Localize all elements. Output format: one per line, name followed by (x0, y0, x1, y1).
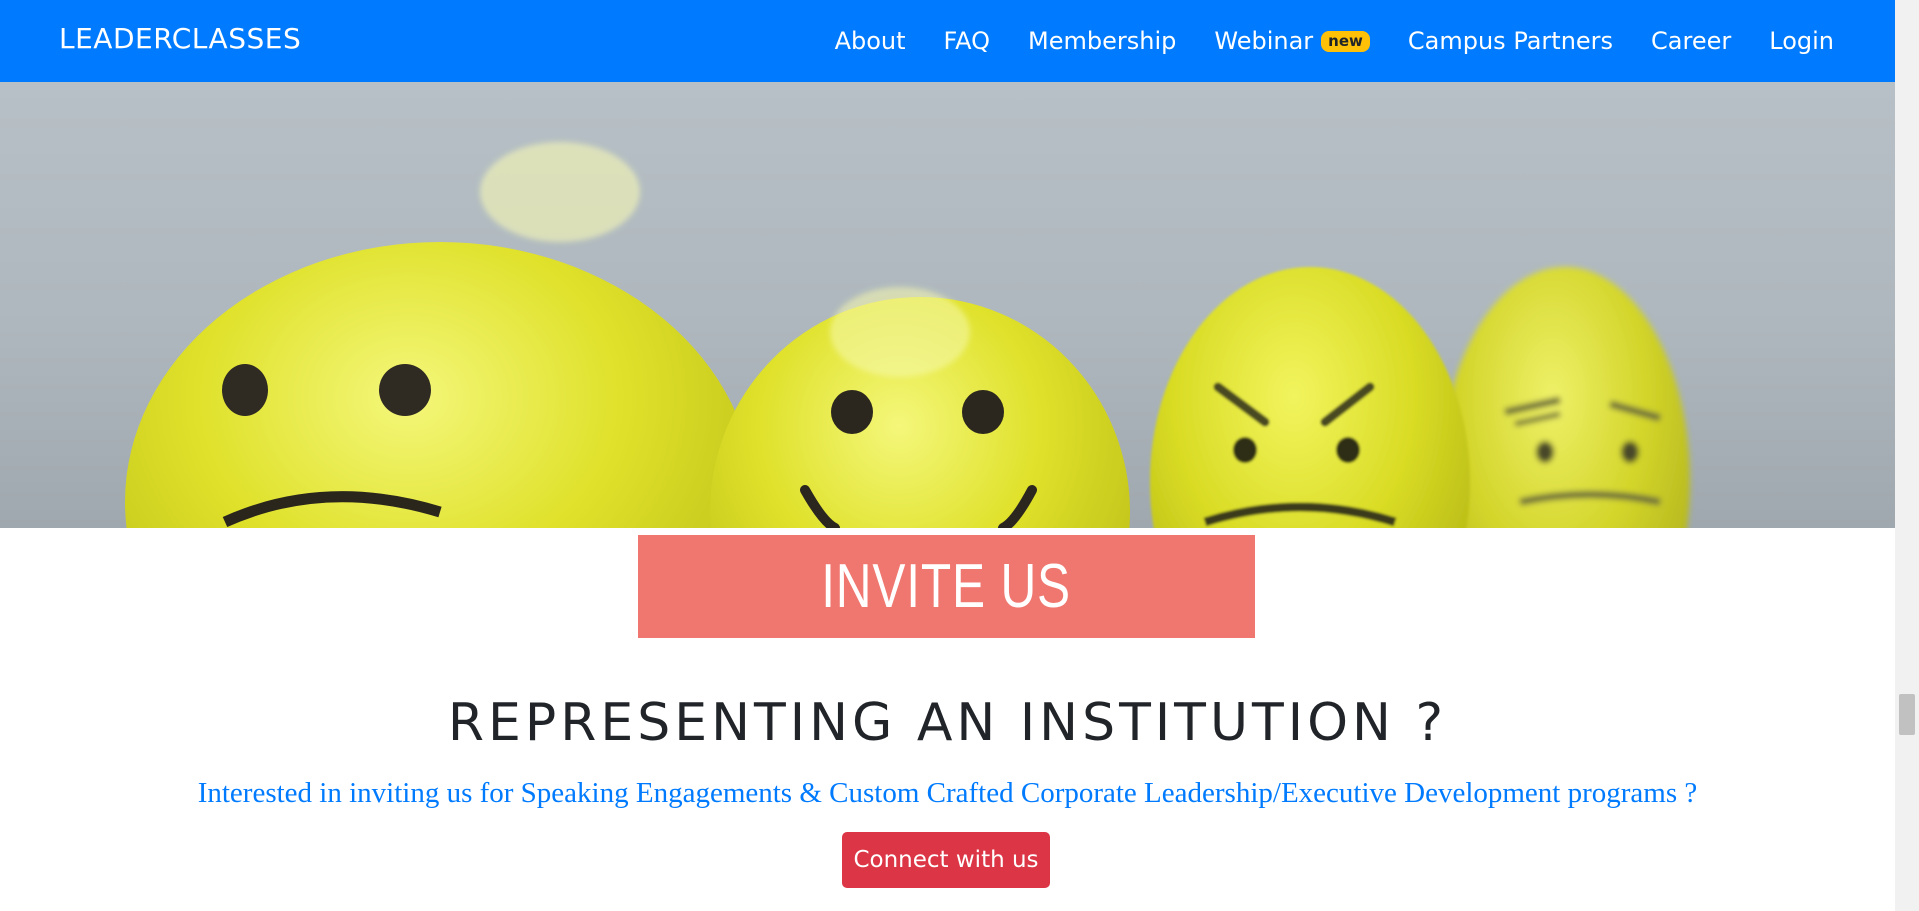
nav-membership-label: Membership (1028, 27, 1177, 55)
nav-about-label: About (834, 27, 906, 55)
nav-login[interactable]: Login (1750, 27, 1853, 55)
brand-logo[interactable]: LEADERCLASSES (59, 22, 301, 55)
connect-button[interactable]: Connect with us (842, 832, 1050, 888)
nav-about[interactable]: About (816, 27, 925, 55)
nav-webinar-label: Webinar (1214, 27, 1314, 55)
nav-career[interactable]: Career (1632, 27, 1750, 55)
navbar: LEADERCLASSES About FAQ Membership Webin… (0, 0, 1895, 82)
invite-us-text: INVITE US (821, 552, 1072, 621)
institution-headline: REPRESENTING AN INSTITUTION ? (447, 693, 1448, 754)
nav-campus-partners-label: Campus Partners (1407, 27, 1614, 55)
new-badge: new (1321, 30, 1370, 52)
nav-menu: About FAQ Membership Webinar new Campus P… (816, 0, 1853, 82)
nav-campus-partners[interactable]: Campus Partners (1389, 27, 1632, 55)
nav-membership[interactable]: Membership (1009, 27, 1195, 55)
nav-login-label: Login (1769, 27, 1834, 55)
worried-ball (1440, 267, 1690, 528)
sad-ball (125, 142, 755, 528)
nav-career-label: Career (1651, 27, 1732, 55)
happy-ball (710, 287, 1130, 528)
invite-description: Interested in inviting us for Speaking E… (197, 777, 1698, 809)
hero-image (0, 82, 1895, 528)
nav-faq-label: FAQ (943, 27, 991, 55)
angry-ball (1150, 267, 1470, 528)
nav-webinar[interactable]: Webinar new (1195, 27, 1389, 55)
page-scrollbar[interactable] (1895, 0, 1919, 911)
scrollbar-thumb[interactable] (1899, 694, 1915, 735)
page: LEADERCLASSES About FAQ Membership Webin… (0, 0, 1895, 911)
emoji-balls-illustration (125, 142, 1690, 528)
invite-us-banner: INVITE US (638, 535, 1255, 638)
nav-faq[interactable]: FAQ (925, 27, 1010, 55)
